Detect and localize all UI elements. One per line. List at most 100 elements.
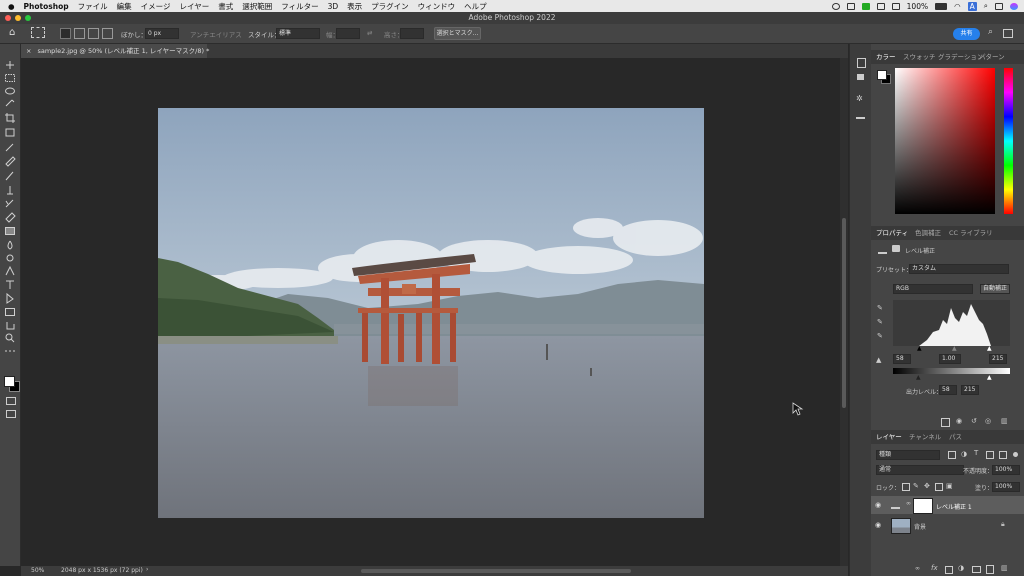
path-selection-tool-icon[interactable] bbox=[6, 292, 14, 304]
new-adjustment-icon[interactable]: ◑ bbox=[958, 564, 964, 572]
lock-artboard-icon[interactable] bbox=[935, 483, 943, 491]
menu-plugins[interactable]: プラグイン bbox=[371, 1, 409, 12]
adjustments-icon[interactable]: ✲ bbox=[856, 94, 863, 103]
crop-tool-icon[interactable] bbox=[5, 113, 15, 123]
healing-brush-tool-icon[interactable] bbox=[5, 156, 16, 167]
eye-icon[interactable]: ◉ bbox=[875, 521, 881, 529]
frame-tool-icon[interactable] bbox=[5, 128, 15, 137]
lasso-tool-icon[interactable] bbox=[5, 87, 15, 95]
eye-icon[interactable]: ◉ bbox=[875, 501, 881, 509]
minimize-window-button[interactable] bbox=[15, 15, 21, 21]
tab-color[interactable]: カラー bbox=[876, 50, 896, 64]
clip-to-layer-icon[interactable] bbox=[941, 418, 950, 427]
preset-select[interactable]: カスタム bbox=[909, 264, 1009, 274]
rectangle-tool-icon[interactable] bbox=[5, 308, 15, 316]
blend-mode-select[interactable]: 通常 bbox=[876, 465, 964, 475]
marquee-tool-preset-icon[interactable] bbox=[31, 27, 45, 38]
battery-icon[interactable] bbox=[935, 2, 948, 10]
type-tool-icon[interactable] bbox=[6, 280, 14, 289]
swap-icon[interactable]: ⇄ bbox=[367, 29, 372, 37]
input-indicator[interactable]: A bbox=[967, 1, 977, 11]
input-black-slider[interactable]: ▲ bbox=[917, 345, 922, 352]
filter-adjustment-icon[interactable]: ◑ bbox=[961, 450, 967, 458]
levels-icon[interactable] bbox=[856, 112, 865, 119]
style-select[interactable]: 標準 bbox=[276, 28, 320, 39]
new-layer-icon[interactable] bbox=[986, 565, 994, 574]
tab-paths[interactable]: パス bbox=[949, 430, 962, 444]
menu-help[interactable]: ヘルプ bbox=[464, 1, 487, 12]
trash-icon[interactable]: ▥ bbox=[1001, 564, 1008, 572]
lock-all-icon[interactable]: ▣ bbox=[946, 482, 953, 490]
display-icon[interactable] bbox=[891, 2, 900, 10]
lock-transparent-icon[interactable] bbox=[902, 483, 910, 491]
menu-file[interactable]: ファイル bbox=[78, 1, 108, 12]
layer-kind-filter[interactable]: 種類 bbox=[876, 450, 940, 460]
layer-thumbnail[interactable] bbox=[891, 518, 911, 534]
add-mask-icon[interactable] bbox=[945, 566, 953, 574]
close-tab-icon[interactable]: × bbox=[26, 47, 31, 55]
layer-row[interactable]: ◉ ∞ レベル補正 1 bbox=[871, 496, 1024, 514]
horizontal-scroll-thumb[interactable] bbox=[361, 569, 631, 573]
history-icon[interactable] bbox=[857, 58, 866, 68]
menu-edit[interactable]: 編集 bbox=[117, 1, 132, 12]
menu-3d[interactable]: 3D bbox=[328, 2, 339, 11]
menu-app[interactable]: Photoshop bbox=[24, 2, 69, 11]
close-window-button[interactable] bbox=[5, 15, 11, 21]
status-icon[interactable] bbox=[846, 2, 855, 10]
hue-slider[interactable] bbox=[1004, 68, 1013, 214]
link-layers-icon[interactable]: ∞ bbox=[915, 565, 920, 572]
tab-adjustments[interactable]: 色調補正 bbox=[915, 226, 941, 240]
lock-icon[interactable]: 🔒︎ bbox=[1001, 520, 1005, 529]
filter-smart-object-icon[interactable] bbox=[999, 451, 1007, 459]
tab-properties[interactable]: プロパティ bbox=[876, 226, 908, 240]
gradient-tool-icon[interactable] bbox=[5, 227, 15, 235]
subtract-selection-icon[interactable] bbox=[88, 28, 99, 39]
document-image[interactable] bbox=[158, 108, 704, 518]
comment-icon[interactable] bbox=[857, 74, 864, 80]
filter-shape-icon[interactable] bbox=[986, 451, 994, 459]
input-gray-slider[interactable]: ▲ bbox=[952, 345, 957, 352]
height-input[interactable] bbox=[400, 28, 424, 39]
layer-mask-thumbnail[interactable] bbox=[913, 498, 933, 514]
canvas-vertical-scrollbar[interactable] bbox=[840, 58, 848, 566]
menu-layer[interactable]: レイヤー bbox=[179, 1, 209, 12]
add-selection-icon[interactable] bbox=[74, 28, 85, 39]
play-icon[interactable] bbox=[876, 2, 885, 10]
screen-mode-icon[interactable] bbox=[6, 410, 16, 418]
antialias-checkbox-label[interactable]: アンチエイリアス bbox=[190, 29, 242, 39]
search-icon[interactable]: ⌕ bbox=[988, 27, 993, 37]
layer-row[interactable]: ◉ 背景 🔒︎ bbox=[871, 516, 1024, 534]
tab-layers[interactable]: レイヤー bbox=[876, 430, 902, 444]
white-point-eyedropper-icon[interactable]: ✎ bbox=[877, 332, 883, 340]
menu-type[interactable]: 書式 bbox=[218, 1, 233, 12]
eyedropper-tool-icon[interactable] bbox=[5, 143, 14, 152]
foreground-color-chip[interactable] bbox=[877, 70, 887, 80]
foreground-color-swatch[interactable] bbox=[4, 376, 15, 387]
control-center-icon[interactable] bbox=[995, 2, 1003, 10]
new-group-icon[interactable] bbox=[972, 566, 981, 573]
dodge-tool-icon[interactable] bbox=[6, 254, 14, 262]
hand-tool-icon[interactable] bbox=[6, 322, 15, 330]
history-brush-tool-icon[interactable] bbox=[5, 199, 14, 208]
line-icon[interactable] bbox=[861, 2, 870, 10]
input-gamma-field[interactable]: 1.00 bbox=[939, 354, 961, 364]
document-tab[interactable]: × sample2.jpg @ 50% (レベル補正 1, レイヤーマスク/8) … bbox=[21, 44, 209, 58]
select-and-mask-button[interactable]: 選択とマスク... bbox=[434, 27, 481, 40]
rect-marquee-tool-icon[interactable] bbox=[5, 74, 15, 82]
input-white-slider[interactable]: ▲ bbox=[987, 345, 992, 352]
tab-gradients[interactable]: グラデーション bbox=[938, 50, 983, 64]
brush-tool-icon[interactable] bbox=[5, 171, 14, 181]
gray-point-eyedropper-icon[interactable]: ✎ bbox=[877, 318, 883, 326]
mask-icon[interactable] bbox=[892, 245, 900, 252]
feather-input[interactable]: 0 px bbox=[145, 28, 179, 39]
reset-icon[interactable]: ↺ bbox=[971, 417, 977, 425]
visibility-icon[interactable]: ◎ bbox=[985, 417, 991, 425]
menu-window[interactable]: ウィンドウ bbox=[418, 1, 456, 12]
quick-mask-icon[interactable] bbox=[6, 397, 16, 405]
menu-image[interactable]: イメージ bbox=[141, 1, 171, 12]
output-white-field[interactable]: 215 bbox=[961, 385, 979, 395]
quick-selection-tool-icon[interactable] bbox=[5, 99, 15, 107]
output-black-field[interactable]: 58 bbox=[939, 385, 957, 395]
fx-icon[interactable]: fx bbox=[931, 564, 938, 572]
pen-tool-icon[interactable] bbox=[5, 265, 15, 276]
